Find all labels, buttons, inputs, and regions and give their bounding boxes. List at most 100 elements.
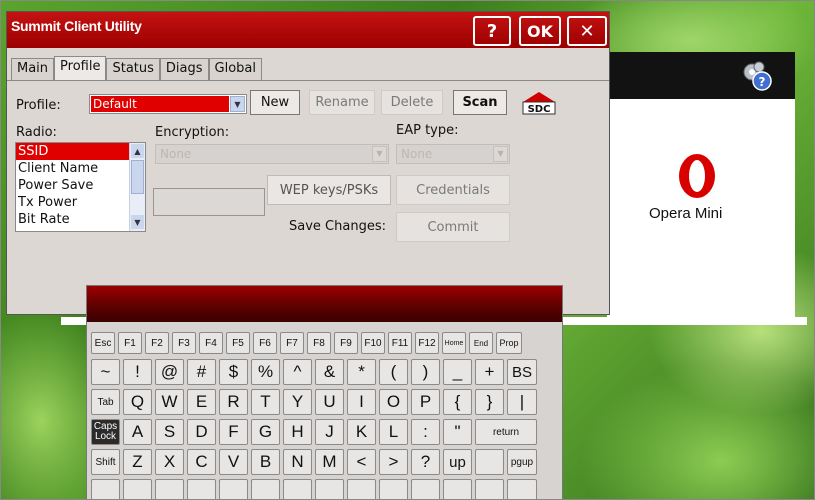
wep-keys-psks-button[interactable]: WEP keys/PSKs xyxy=(267,175,391,205)
key-a[interactable]: A xyxy=(123,419,152,445)
key-p[interactable]: P xyxy=(411,389,440,415)
close-icon[interactable]: ✕ xyxy=(567,16,607,46)
key-partial[interactable] xyxy=(123,479,152,499)
key-f6[interactable]: F6 xyxy=(253,332,277,354)
key-up[interactable]: up xyxy=(443,449,472,475)
tab-status[interactable]: Status xyxy=(106,58,160,80)
radio-settings-list[interactable]: SSID Client Name Power Save Tx Power Bit… xyxy=(15,142,146,232)
key-less-than[interactable]: < xyxy=(347,449,376,475)
key-f3[interactable]: F3 xyxy=(172,332,196,354)
key-pipe[interactable]: | xyxy=(507,389,537,415)
key-pgup[interactable]: pgup xyxy=(507,449,537,475)
ok-button[interactable]: OK xyxy=(519,16,561,46)
key-f12[interactable]: F12 xyxy=(415,332,439,354)
key-partial[interactable] xyxy=(475,479,504,499)
opera-mini-icon[interactable] xyxy=(677,153,717,199)
key-partial[interactable] xyxy=(187,479,216,499)
key-j[interactable]: J xyxy=(315,419,344,445)
key-f[interactable]: F xyxy=(219,419,248,445)
scroll-thumb[interactable] xyxy=(131,160,144,194)
commit-button[interactable]: Commit xyxy=(396,212,510,242)
key-caret[interactable]: ^ xyxy=(283,359,312,385)
key-f5[interactable]: F5 xyxy=(226,332,250,354)
key-b[interactable]: B xyxy=(251,449,280,475)
key-blank[interactable] xyxy=(475,449,504,475)
key-partial[interactable] xyxy=(219,479,248,499)
key-close-brace[interactable]: } xyxy=(475,389,504,415)
key-partial[interactable] xyxy=(283,479,312,499)
key-tilde[interactable]: ~ xyxy=(91,359,120,385)
tab-profile[interactable]: Profile xyxy=(54,56,107,80)
key-f10[interactable]: F10 xyxy=(361,332,385,354)
key-colon[interactable]: : xyxy=(411,419,440,445)
key-shift[interactable]: Shift xyxy=(91,449,120,475)
key-end[interactable]: End xyxy=(469,332,493,354)
key-close-paren[interactable]: ) xyxy=(411,359,440,385)
eap-type-select[interactable]: None ▼ xyxy=(396,144,510,164)
new-button[interactable]: New xyxy=(250,90,300,115)
key-y[interactable]: Y xyxy=(283,389,312,415)
key-q[interactable]: Q xyxy=(123,389,152,415)
key-tab[interactable]: Tab xyxy=(91,389,120,415)
key-asterisk[interactable]: * xyxy=(347,359,376,385)
key-partial[interactable] xyxy=(411,479,440,499)
key-v[interactable]: V xyxy=(219,449,248,475)
key-d[interactable]: D xyxy=(187,419,216,445)
list-item-bit-rate[interactable]: Bit Rate xyxy=(16,211,145,228)
key-greater-than[interactable]: > xyxy=(379,449,408,475)
key-partial[interactable] xyxy=(347,479,376,499)
settings-gear-icon[interactable]: ? xyxy=(739,59,773,93)
list-item-client-name[interactable]: Client Name xyxy=(16,160,145,177)
key-f7[interactable]: F7 xyxy=(280,332,304,354)
key-open-paren[interactable]: ( xyxy=(379,359,408,385)
key-dollar[interactable]: $ xyxy=(219,359,248,385)
key-caps-lock[interactable]: Caps Lock xyxy=(91,419,120,445)
key-partial[interactable] xyxy=(507,479,537,499)
key-f2[interactable]: F2 xyxy=(145,332,169,354)
key-partial[interactable] xyxy=(155,479,184,499)
list-scrollbar[interactable]: ▲ ▼ xyxy=(129,143,145,231)
key-n[interactable]: N xyxy=(283,449,312,475)
key-hash[interactable]: # xyxy=(187,359,216,385)
key-open-brace[interactable]: { xyxy=(443,389,472,415)
help-button[interactable]: ? xyxy=(473,16,511,46)
key-h[interactable]: H xyxy=(283,419,312,445)
key-e[interactable]: E xyxy=(187,389,216,415)
key-w[interactable]: W xyxy=(155,389,184,415)
delete-button[interactable]: Delete xyxy=(381,90,443,115)
tab-diags[interactable]: Diags xyxy=(159,58,209,80)
key-plus[interactable]: + xyxy=(475,359,504,385)
list-item-ssid[interactable]: SSID xyxy=(16,143,145,160)
key-partial[interactable] xyxy=(91,479,120,499)
key-c[interactable]: C xyxy=(187,449,216,475)
key-x[interactable]: X xyxy=(155,449,184,475)
key-partial[interactable] xyxy=(379,479,408,499)
key-f11[interactable]: F11 xyxy=(388,332,412,354)
key-partial[interactable] xyxy=(443,479,472,499)
key-o[interactable]: O xyxy=(379,389,408,415)
key-s[interactable]: S xyxy=(155,419,184,445)
key-f4[interactable]: F4 xyxy=(199,332,223,354)
scan-button[interactable]: Scan xyxy=(453,90,507,115)
list-item-power-save[interactable]: Power Save xyxy=(16,177,145,194)
rename-button[interactable]: Rename xyxy=(309,90,375,115)
keyboard-header[interactable] xyxy=(87,286,562,322)
key-exclamation[interactable]: ! xyxy=(123,359,152,385)
chevron-down-icon[interactable]: ▼ xyxy=(230,96,245,112)
key-z[interactable]: Z xyxy=(123,449,152,475)
credentials-button[interactable]: Credentials xyxy=(396,175,510,205)
key-r[interactable]: R xyxy=(219,389,248,415)
opera-mini-label[interactable]: Opera Mini xyxy=(649,205,722,222)
key-f8[interactable]: F8 xyxy=(307,332,331,354)
key-f1[interactable]: F1 xyxy=(118,332,142,354)
key-question[interactable]: ? xyxy=(411,449,440,475)
key-partial[interactable] xyxy=(315,479,344,499)
key-return[interactable]: return xyxy=(475,419,537,445)
key-underscore[interactable]: _ xyxy=(443,359,472,385)
key-ampersand[interactable]: & xyxy=(315,359,344,385)
tab-global[interactable]: Global xyxy=(208,58,263,80)
key-u[interactable]: U xyxy=(315,389,344,415)
list-item-tx-power[interactable]: Tx Power xyxy=(16,194,145,211)
chevron-down-icon[interactable]: ▼ xyxy=(372,146,387,162)
key-prop[interactable]: Prop xyxy=(496,332,522,354)
